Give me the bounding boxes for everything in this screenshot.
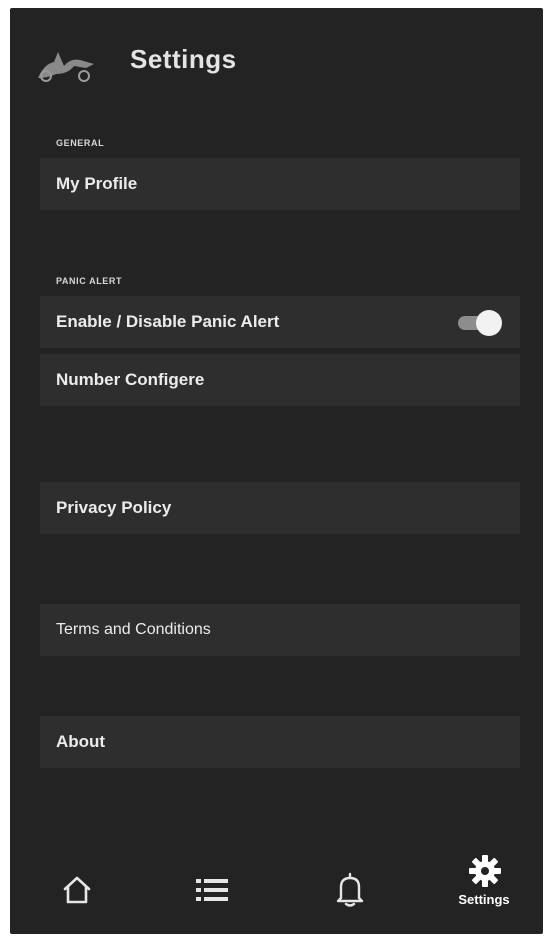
page-title: Settings [130, 44, 237, 74]
about-label: About [56, 732, 106, 751]
section-label-panic-alert: PANIC ALERT [56, 276, 123, 286]
settings-screen: Settings GENERAL My Profile PANIC ALERT … [10, 8, 543, 934]
nav-settings[interactable]: Settings [434, 834, 534, 934]
nav-settings-label: Settings [458, 892, 510, 907]
panic-alert-toggle-label: Enable / Disable Panic Alert [56, 312, 280, 331]
number-configure-label: Number Configere [56, 370, 205, 389]
list-icon [196, 879, 228, 901]
motorcycle-logo-icon [34, 44, 98, 84]
my-profile-label: My Profile [56, 174, 138, 193]
bell-icon [336, 872, 364, 907]
nav-list[interactable] [164, 834, 264, 934]
number-configure-item[interactable]: Number Configere [40, 354, 520, 406]
gear-icon [469, 855, 501, 887]
my-profile-item[interactable]: My Profile [40, 158, 520, 210]
privacy-policy-item[interactable]: Privacy Policy [40, 482, 520, 534]
panic-alert-toggle[interactable] [454, 308, 504, 336]
privacy-policy-label: Privacy Policy [56, 498, 172, 517]
home-icon [63, 876, 91, 904]
panic-alert-toggle-item[interactable]: Enable / Disable Panic Alert [40, 296, 520, 348]
bottom-nav: Settings [10, 834, 543, 934]
terms-and-conditions-item[interactable]: Terms and Conditions [40, 604, 520, 656]
nav-home[interactable] [25, 834, 125, 934]
terms-and-conditions-label: Terms and Conditions [56, 621, 211, 638]
header: Settings [10, 8, 543, 108]
nav-notifications[interactable] [300, 834, 400, 934]
about-item[interactable]: About [40, 716, 520, 768]
section-label-general: GENERAL [56, 138, 105, 148]
toggle-knob [476, 310, 502, 336]
